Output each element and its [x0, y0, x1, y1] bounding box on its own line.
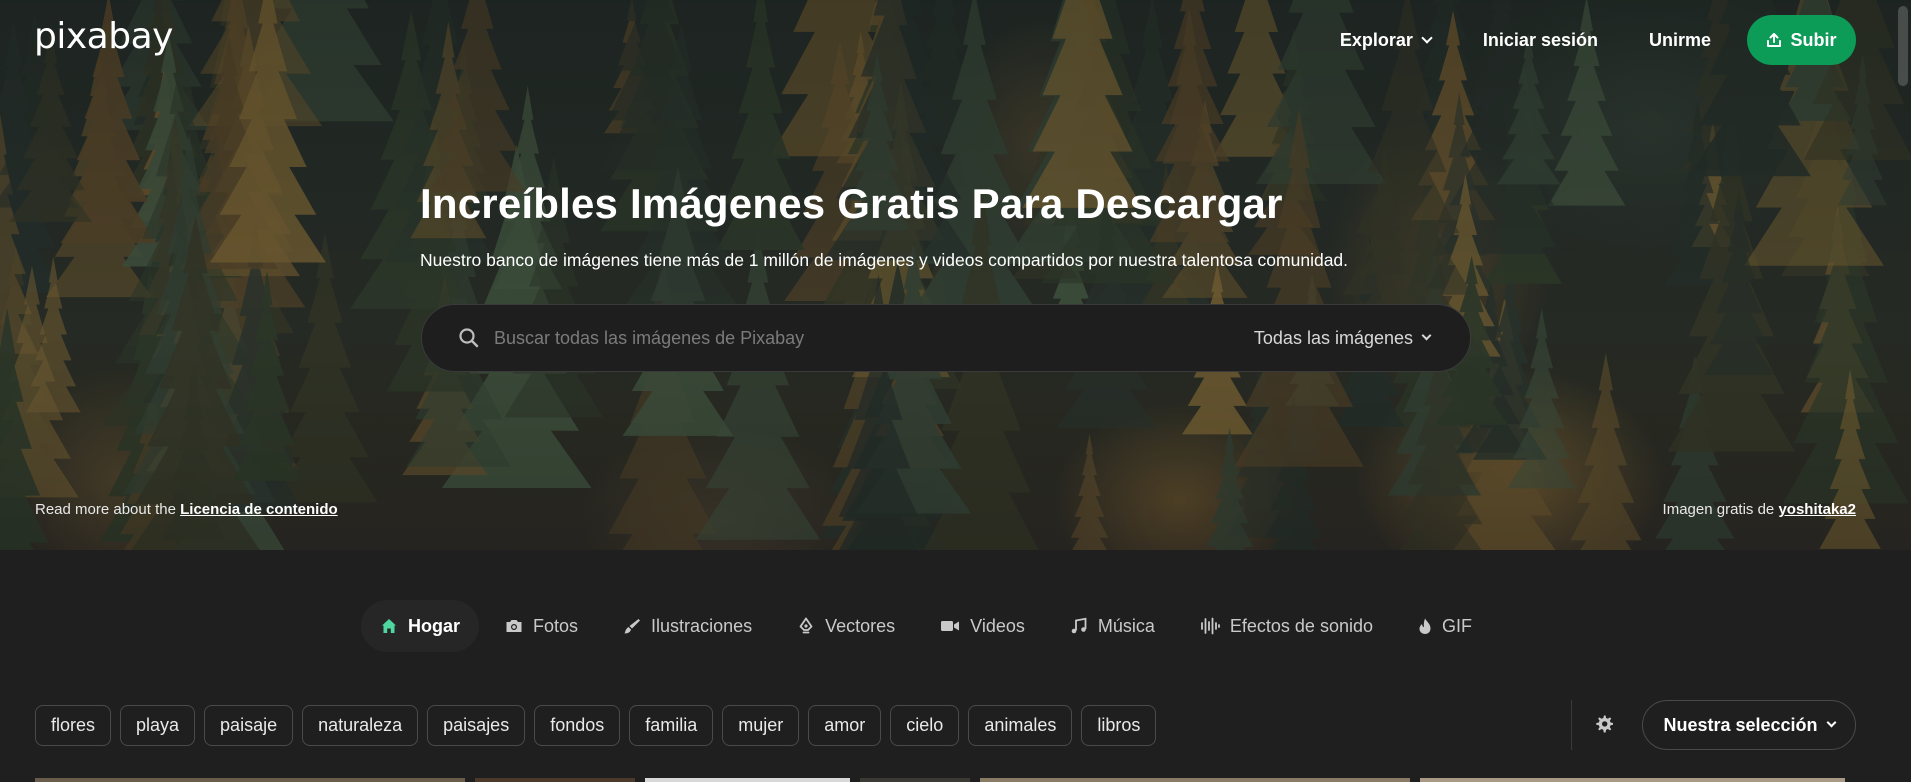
join-link[interactable]: Unirme: [1649, 30, 1711, 51]
search-chip[interactable]: fondos: [534, 705, 621, 746]
page-scrollbar[interactable]: [1894, 0, 1911, 782]
grid-image-thumb[interactable]: [645, 778, 850, 782]
filter-divider: [1571, 700, 1572, 750]
search-bar: Todas las imágenes: [421, 304, 1471, 372]
search-chip[interactable]: playa: [120, 705, 196, 746]
tab-photos[interactable]: Fotos: [486, 600, 597, 652]
license-link[interactable]: Licencia de contenido: [180, 501, 338, 518]
popular-searches: flores playa paisaje naturaleza paisajes…: [35, 705, 1157, 746]
tab-label: Ilustraciones: [651, 615, 753, 636]
upload-icon: [1767, 33, 1782, 47]
grid-image-thumb[interactable]: [35, 778, 465, 782]
tab-label: GIF: [1442, 615, 1472, 636]
chevron-down-icon: [1421, 330, 1432, 341]
top-nav: Explorar Iniciar sesión Unirme Subir: [1340, 15, 1856, 65]
pixabay-logo[interactable]: pixabay: [34, 16, 173, 57]
search-chip[interactable]: amor: [808, 705, 882, 746]
chevron-down-icon: [1826, 717, 1836, 728]
search-chip[interactable]: libros: [1081, 705, 1157, 746]
image-grid-preview: [35, 778, 1855, 782]
search-chip[interactable]: animales: [968, 705, 1073, 746]
image-credit: Imagen gratis de yoshitaka2: [1663, 501, 1856, 518]
login-link[interactable]: Iniciar sesión: [1483, 30, 1598, 51]
hero-subtitle: Nuestro banco de imágenes tiene más de 1…: [420, 250, 1349, 270]
tab-home[interactable]: Hogar: [361, 600, 480, 652]
license-notice: Read more about the Licencia de contenid…: [35, 501, 338, 518]
hero-title: Increíbles Imágenes Gratis Para Descarga…: [420, 180, 1283, 227]
credit-prefix: Imagen gratis de: [1662, 501, 1775, 518]
tab-vectors[interactable]: Vectores: [778, 600, 914, 652]
search-chip[interactable]: naturaleza: [302, 705, 419, 746]
home-icon: [382, 619, 396, 633]
tab-sound-effects[interactable]: Efectos de sonido: [1181, 600, 1392, 652]
license-prefix: Read more about the: [35, 501, 176, 518]
search-icon[interactable]: [458, 327, 480, 349]
upload-button[interactable]: Subir: [1747, 15, 1856, 65]
gear-icon[interactable]: [1594, 714, 1614, 734]
sort-label: Nuestra selección: [1663, 714, 1818, 735]
sound-wave-icon: [1200, 617, 1220, 635]
music-note-icon: [1071, 617, 1087, 634]
media-type-tabs: Hogar Fotos Ilustraciones Vectores Video…: [361, 600, 1498, 652]
search-chip[interactable]: cielo: [890, 705, 960, 746]
chevron-down-icon: [1421, 31, 1433, 44]
tab-label: Hogar: [408, 615, 461, 636]
camera-icon: [506, 620, 522, 632]
explore-label: Explorar: [1339, 29, 1413, 50]
search-chip[interactable]: paisajes: [427, 705, 526, 746]
credit-author-link[interactable]: yoshitaka2: [1778, 501, 1856, 518]
tab-label: Efectos de sonido: [1229, 615, 1373, 636]
tab-label: Vectores: [825, 615, 896, 636]
tab-label: Videos: [970, 615, 1025, 636]
tab-videos[interactable]: Videos: [921, 600, 1044, 652]
scrollbar-thumb[interactable]: [1898, 6, 1908, 86]
search-chip[interactable]: familia: [629, 705, 714, 746]
search-input[interactable]: [494, 305, 1194, 371]
tab-music[interactable]: Música: [1051, 600, 1174, 652]
search-scope-label: Todas las imágenes: [1253, 327, 1413, 348]
hero-overlay: [0, 0, 1911, 550]
video-camera-icon: [941, 621, 960, 631]
grid-image-thumb[interactable]: [980, 778, 1410, 782]
upload-label: Subir: [1790, 29, 1837, 50]
sort-dropdown[interactable]: Nuestra selección: [1642, 700, 1856, 750]
tab-gif[interactable]: GIF: [1399, 600, 1491, 652]
grid-image-thumb[interactable]: [1420, 778, 1845, 782]
explore-menu[interactable]: Explorar: [1339, 29, 1433, 51]
pen-tool-icon: [799, 617, 813, 634]
brush-icon: [624, 619, 641, 634]
search-chip[interactable]: flores: [35, 705, 112, 746]
grid-image-thumb[interactable]: [860, 778, 970, 782]
search-chip[interactable]: paisaje: [204, 705, 294, 746]
flame-icon: [1419, 618, 1431, 634]
hero-banner: [0, 0, 1911, 550]
grid-image-thumb[interactable]: [475, 778, 635, 782]
tab-label: Fotos: [533, 615, 579, 636]
search-chip[interactable]: mujer: [722, 705, 800, 746]
search-scope-dropdown[interactable]: Todas las imágenes: [1253, 305, 1432, 371]
tab-illustrations[interactable]: Ilustraciones: [604, 600, 771, 652]
tab-label: Música: [1097, 615, 1155, 636]
